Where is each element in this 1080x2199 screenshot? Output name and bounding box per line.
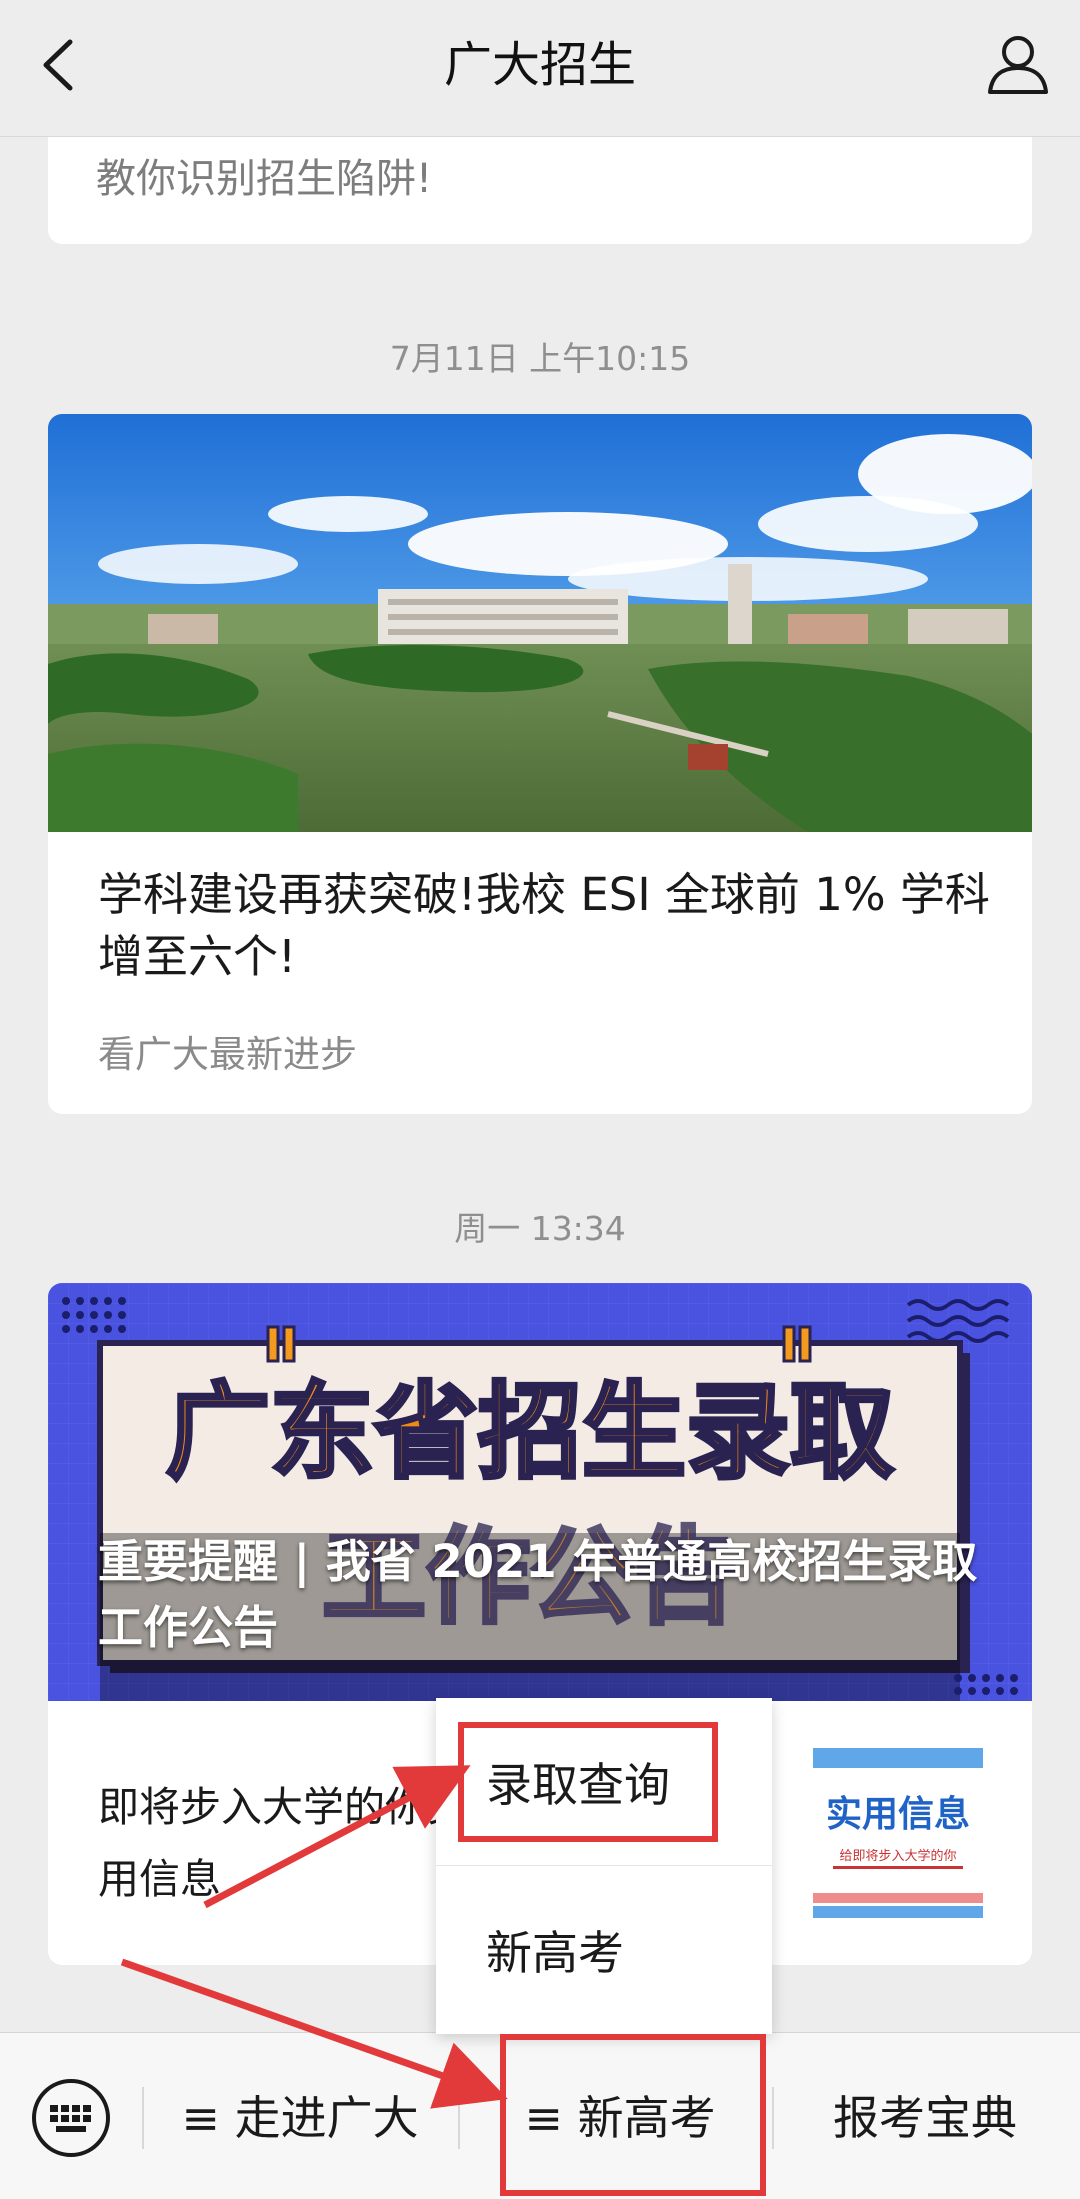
profile-button[interactable] xyxy=(982,28,1054,100)
article-card-scam-warning[interactable]: 教你识别招生陷阱! xyxy=(48,120,1032,244)
sub-article-thumbnail: 实用信息 给即将步入大学的你 xyxy=(813,1748,983,1918)
top-bar: 广大招生 xyxy=(0,0,1080,137)
menu-divider xyxy=(772,2087,774,2149)
submenu-popup: 录取查询 新高考 xyxy=(436,1698,772,2034)
article-subline: 看广大最新进步 xyxy=(98,1033,357,1076)
message-timestamp: 7月11日 上午10:15 xyxy=(389,339,691,378)
menu-button-guide[interactable]: 报考宝典 xyxy=(780,2073,1070,2163)
submenu-item-admission-query[interactable]: 录取查询 xyxy=(436,1698,772,1866)
keyboard-icon xyxy=(32,2079,110,2157)
person-icon xyxy=(988,36,1048,94)
menu-divider xyxy=(458,2087,460,2149)
submenu-item-new-gaokao[interactable]: 新高考 xyxy=(436,1866,772,2034)
menu-divider xyxy=(142,2087,144,2149)
banner-art-line1: 广东省招生录取 xyxy=(166,1371,894,1493)
menu-button-new-gaokao[interactable]: ≡ 新高考 xyxy=(470,2073,770,2163)
bottom-menu-bar: ≡ 走进广大 ≡ 新高考 报考宝典 xyxy=(0,2032,1080,2199)
sub-article-title: 即将步入大学的你实用信息 xyxy=(98,1783,467,1903)
campus-photo xyxy=(48,414,1032,832)
article-headline: 学科建设再获突破!我校 ESI 全球前 1% 学科增至六个! xyxy=(98,868,990,983)
menu-button-about[interactable]: ≡ 走进广大 xyxy=(150,2073,450,2163)
thumb-subtitle: 给即将步入大学的你 xyxy=(839,1848,956,1864)
article-card-esi[interactable]: 学科建设再获突破!我校 ESI 全球前 1% 学科增至六个! 看广大最新进步 xyxy=(48,414,1032,1114)
article-snippet: 教你识别招生陷阱! xyxy=(96,156,433,202)
article-headline: 重要提醒 | 我省 2021 年普通高校招生录取工作公告 xyxy=(98,1535,978,1654)
keyboard-toggle-button[interactable] xyxy=(28,2075,114,2161)
message-timestamp: 周一 13:34 xyxy=(454,1209,626,1248)
thumb-title: 实用信息 xyxy=(826,1794,970,1835)
page-title: 广大招生 xyxy=(443,37,636,93)
